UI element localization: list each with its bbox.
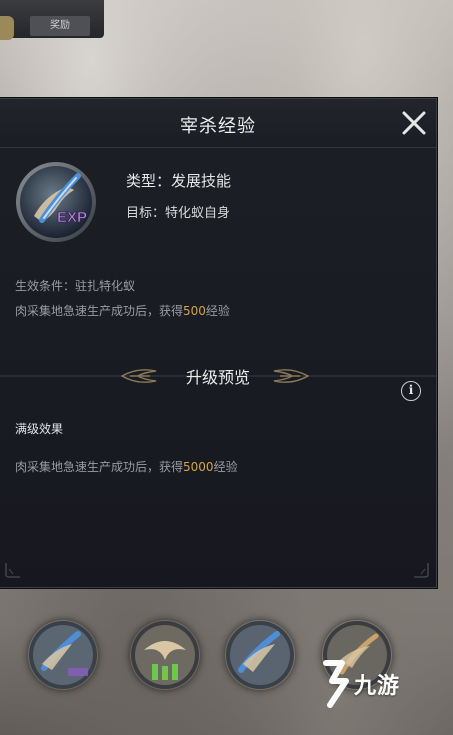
skill-slot-exp[interactable] — [28, 620, 98, 690]
type-label: 类型： — [126, 172, 172, 190]
skill-detail-panel: 宰杀经验 EXP 类型：发展技能 目标：特化蚁自身 生效条件：驻扎特化蚁 肉采集… — [0, 98, 437, 588]
effect-value: 500 — [183, 304, 206, 318]
corner-ornament — [5, 563, 20, 578]
type-value: 发展技能 — [171, 172, 232, 190]
target-label: 目标： — [126, 206, 166, 221]
effect-suffix: 经验 — [205, 304, 230, 318]
panel-header: 宰杀经验 — [0, 99, 436, 148]
top-left-chip: 奖励 — [0, 0, 104, 40]
max-level-label: 满级效果 — [15, 422, 64, 436]
condition-value: 驻扎特化蚁 — [75, 279, 136, 293]
condition-row: 生效条件：驻扎特化蚁 — [15, 277, 135, 294]
exp-label: EXP — [57, 209, 87, 226]
max-effect-value: 5000 — [183, 460, 214, 474]
close-icon[interactable] — [400, 109, 428, 137]
skill-slot-green[interactable] — [130, 620, 200, 690]
reward-button[interactable]: 奖励 — [30, 16, 90, 36]
max-effect-prefix: 肉采集地急速生产成功后，获得 — [15, 460, 184, 474]
skill-type-row: 类型：发展技能 — [126, 170, 231, 191]
panel-title: 宰杀经验 — [180, 116, 256, 137]
skill-target-row: 目标：特化蚁自身 — [126, 202, 230, 221]
corner-ornament — [414, 563, 429, 578]
max-level-effect: 肉采集地急速生产成功后，获得5000经验 — [15, 458, 238, 475]
exp-skill-icon: EXP — [16, 162, 96, 242]
upgrade-preview-title: 升级预览 — [185, 368, 250, 387]
max-effect-suffix: 经验 — [213, 460, 238, 474]
skill-slot-blade[interactable] — [225, 620, 295, 690]
target-value: 特化蚁自身 — [165, 206, 231, 221]
info-icon[interactable]: i — [401, 381, 421, 401]
watermark-text: 九游 — [354, 674, 401, 699]
effect-prefix: 肉采集地急速生产成功后，获得 — [15, 304, 184, 318]
condition-label: 生效条件： — [15, 279, 76, 293]
effect-row: 肉采集地急速生产成功后，获得500经验 — [15, 302, 230, 319]
chip-icon — [0, 16, 14, 40]
